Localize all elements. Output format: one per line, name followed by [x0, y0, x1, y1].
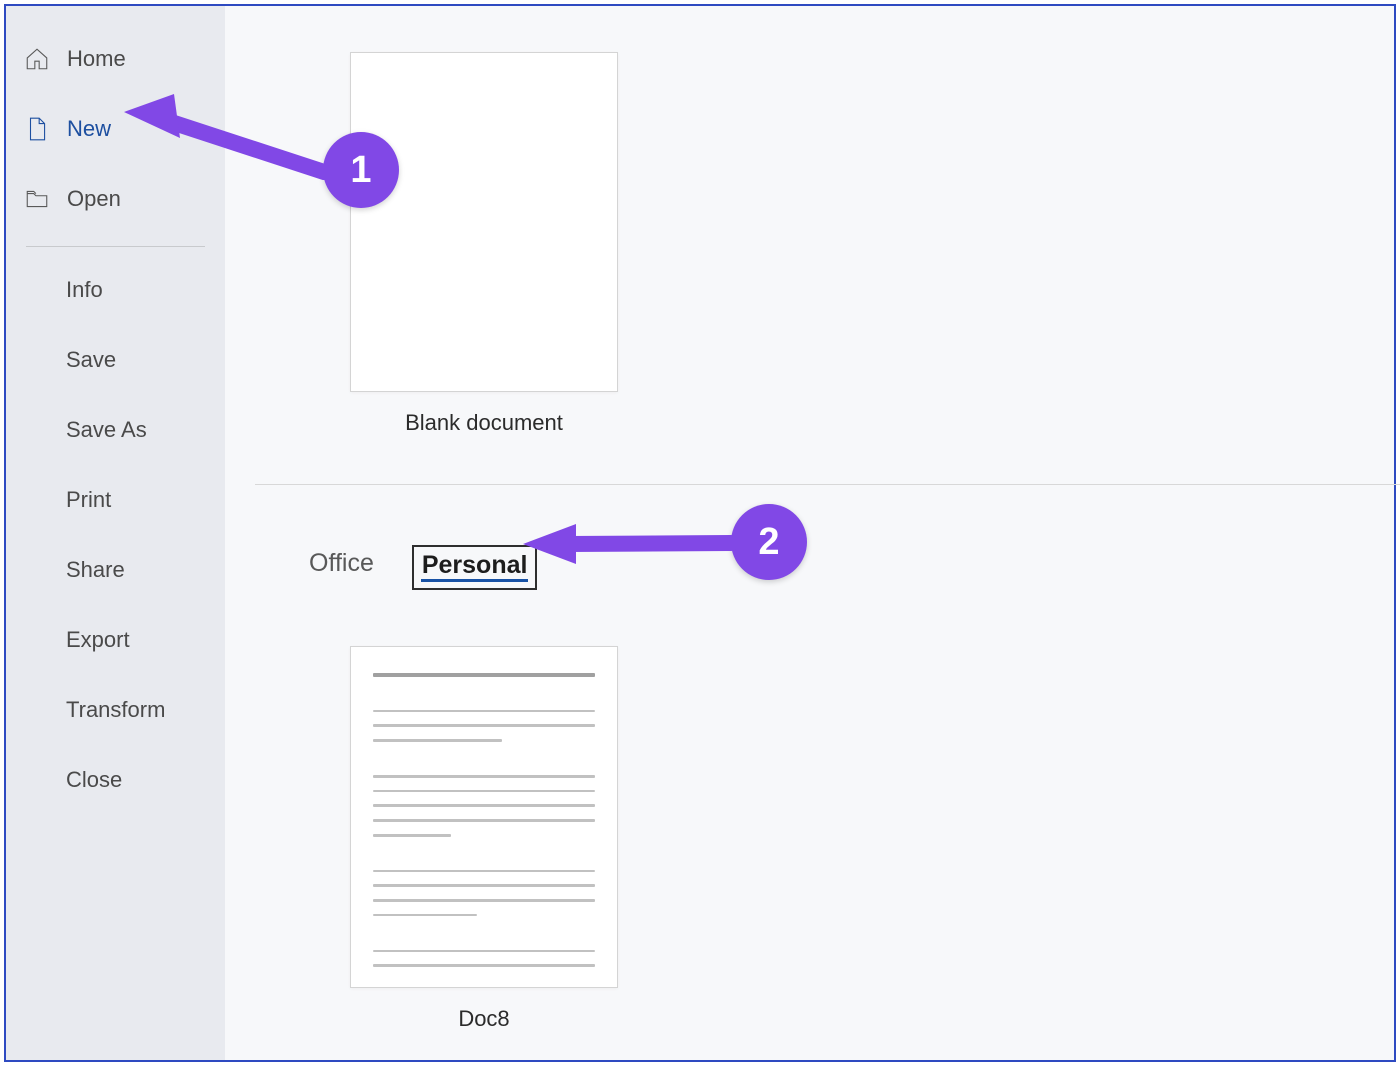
- blank-document-label: Blank document: [405, 410, 563, 436]
- sidebar-item-home[interactable]: Home: [6, 24, 225, 94]
- sidebar-item-label: Info: [66, 277, 103, 303]
- sidebar-item-export[interactable]: Export: [6, 605, 225, 675]
- annotation-callout-1: 1: [323, 132, 399, 208]
- sidebar-item-save-as[interactable]: Save As: [6, 395, 225, 465]
- sidebar-item-label: Export: [66, 627, 130, 653]
- sidebar-item-label: Save: [66, 347, 116, 373]
- doc8-thumbnail[interactable]: [350, 646, 618, 988]
- sidebar-item-save[interactable]: Save: [6, 325, 225, 395]
- folder-open-icon: [24, 186, 50, 212]
- sidebar-item-close[interactable]: Close: [6, 745, 225, 815]
- template-card-doc8: Doc8: [349, 646, 619, 1032]
- sidebar-item-label: Save As: [66, 417, 147, 443]
- sidebar-item-new[interactable]: New: [6, 94, 225, 164]
- sidebar-item-label: Open: [67, 186, 121, 212]
- sidebar-item-label: Transform: [66, 697, 165, 723]
- template-source-tabs: Office Personal: [309, 545, 1394, 590]
- sidebar-item-label: New: [67, 116, 111, 142]
- sidebar-divider: [26, 246, 205, 247]
- annotation-number: 1: [350, 149, 371, 192]
- annotation-number: 2: [758, 521, 779, 564]
- blank-document-thumbnail[interactable]: [350, 52, 618, 392]
- tab-active-indicator: [421, 579, 529, 582]
- new-page-main: Blank document Office Personal: [225, 6, 1394, 1060]
- annotation-callout-2: 2: [731, 504, 807, 580]
- sidebar-item-transform[interactable]: Transform: [6, 675, 225, 745]
- sidebar-item-open[interactable]: Open: [6, 164, 225, 234]
- sidebar-item-share[interactable]: Share: [6, 535, 225, 605]
- templates-section-divider: [255, 484, 1400, 485]
- sidebar-secondary-nav: Info Save Save As Print Share Export Tra…: [6, 255, 225, 815]
- sidebar: Home New Open Info Save: [6, 6, 225, 1060]
- sidebar-primary-nav: Home New Open: [6, 24, 225, 234]
- document-icon: [24, 116, 50, 142]
- template-card-blank: Blank document: [349, 52, 619, 436]
- tab-label: Personal: [422, 551, 528, 579]
- sidebar-item-label: Close: [66, 767, 122, 793]
- doc8-label: Doc8: [458, 1006, 509, 1032]
- sidebar-item-info[interactable]: Info: [6, 255, 225, 325]
- tab-personal[interactable]: Personal: [412, 545, 538, 590]
- tab-office[interactable]: Office: [309, 549, 374, 586]
- backstage-view: Home New Open Info Save: [4, 4, 1396, 1062]
- sidebar-item-label: Share: [66, 557, 125, 583]
- sidebar-item-label: Print: [66, 487, 111, 513]
- sidebar-item-label: Home: [67, 46, 126, 72]
- sidebar-item-print[interactable]: Print: [6, 465, 225, 535]
- tab-label: Office: [309, 549, 374, 577]
- home-icon: [24, 46, 50, 72]
